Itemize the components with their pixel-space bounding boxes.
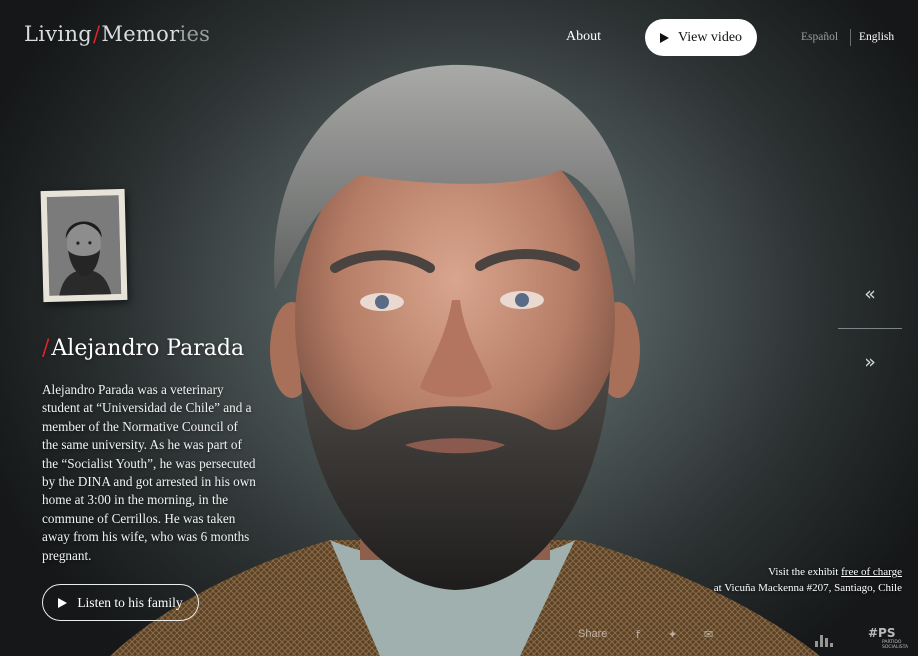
stats-bar: [820, 635, 823, 647]
archive-photo: [40, 188, 128, 303]
visit-line-1: Visit the exhibit free of charge: [714, 564, 902, 580]
view-video-label: View video: [677, 29, 743, 45]
language-es-link[interactable]: Español: [801, 31, 838, 43]
mail-icon[interactable]: ✉: [704, 628, 713, 641]
play-icon: [659, 32, 669, 43]
share-label: Share: [578, 628, 608, 640]
chevron-double-right-icon[interactable]: »: [855, 351, 885, 375]
language-en-link[interactable]: English: [859, 31, 894, 43]
logo-slash: /: [93, 22, 101, 46]
listen-family-button[interactable]: Listen to his family: [42, 584, 199, 621]
person-name-text: Alejandro Parada: [51, 336, 245, 361]
site-logo[interactable]: Living/Memories: [24, 22, 210, 46]
logo-memor: Memor: [101, 22, 180, 46]
partido-socialista-logo[interactable]: #PS PARTIDO SOCIALISTA: [868, 626, 908, 650]
stats-bar: [815, 641, 818, 647]
twitter-icon[interactable]: ✦: [668, 628, 677, 641]
stats-icon[interactable]: [815, 633, 835, 647]
view-video-button[interactable]: View video: [645, 19, 757, 56]
logo-living: Living: [24, 22, 93, 46]
play-icon: [58, 597, 68, 608]
person-name: /Alejandro Parada: [42, 336, 244, 361]
arrow-divider: [838, 328, 902, 329]
language-divider: [850, 29, 851, 46]
chevron-double-left-icon[interactable]: «: [855, 283, 885, 307]
ps-mark: #PS: [868, 626, 896, 640]
visit-exhibit-note: Visit the exhibit free of charge at Vicu…: [714, 564, 902, 596]
stats-bar: [830, 643, 833, 647]
listen-family-label: Listen to his family: [77, 594, 183, 610]
free-of-charge-link[interactable]: free of charge: [841, 566, 902, 578]
logo-ies: ies: [179, 22, 211, 46]
visit-address: at Vicuña Mackenna #207, Santiago, Chile: [713, 582, 902, 594]
stats-bar: [825, 638, 828, 647]
name-slash: /: [42, 336, 50, 361]
ps-sub-2: SOCIALISTA: [882, 645, 909, 650]
facebook-icon[interactable]: f: [636, 628, 640, 641]
nav-about-link[interactable]: About: [566, 29, 601, 45]
visit-prefix: Visit the exhibit: [768, 566, 842, 578]
person-bio: Alejandro Parada was a veterinary studen…: [42, 382, 256, 563]
